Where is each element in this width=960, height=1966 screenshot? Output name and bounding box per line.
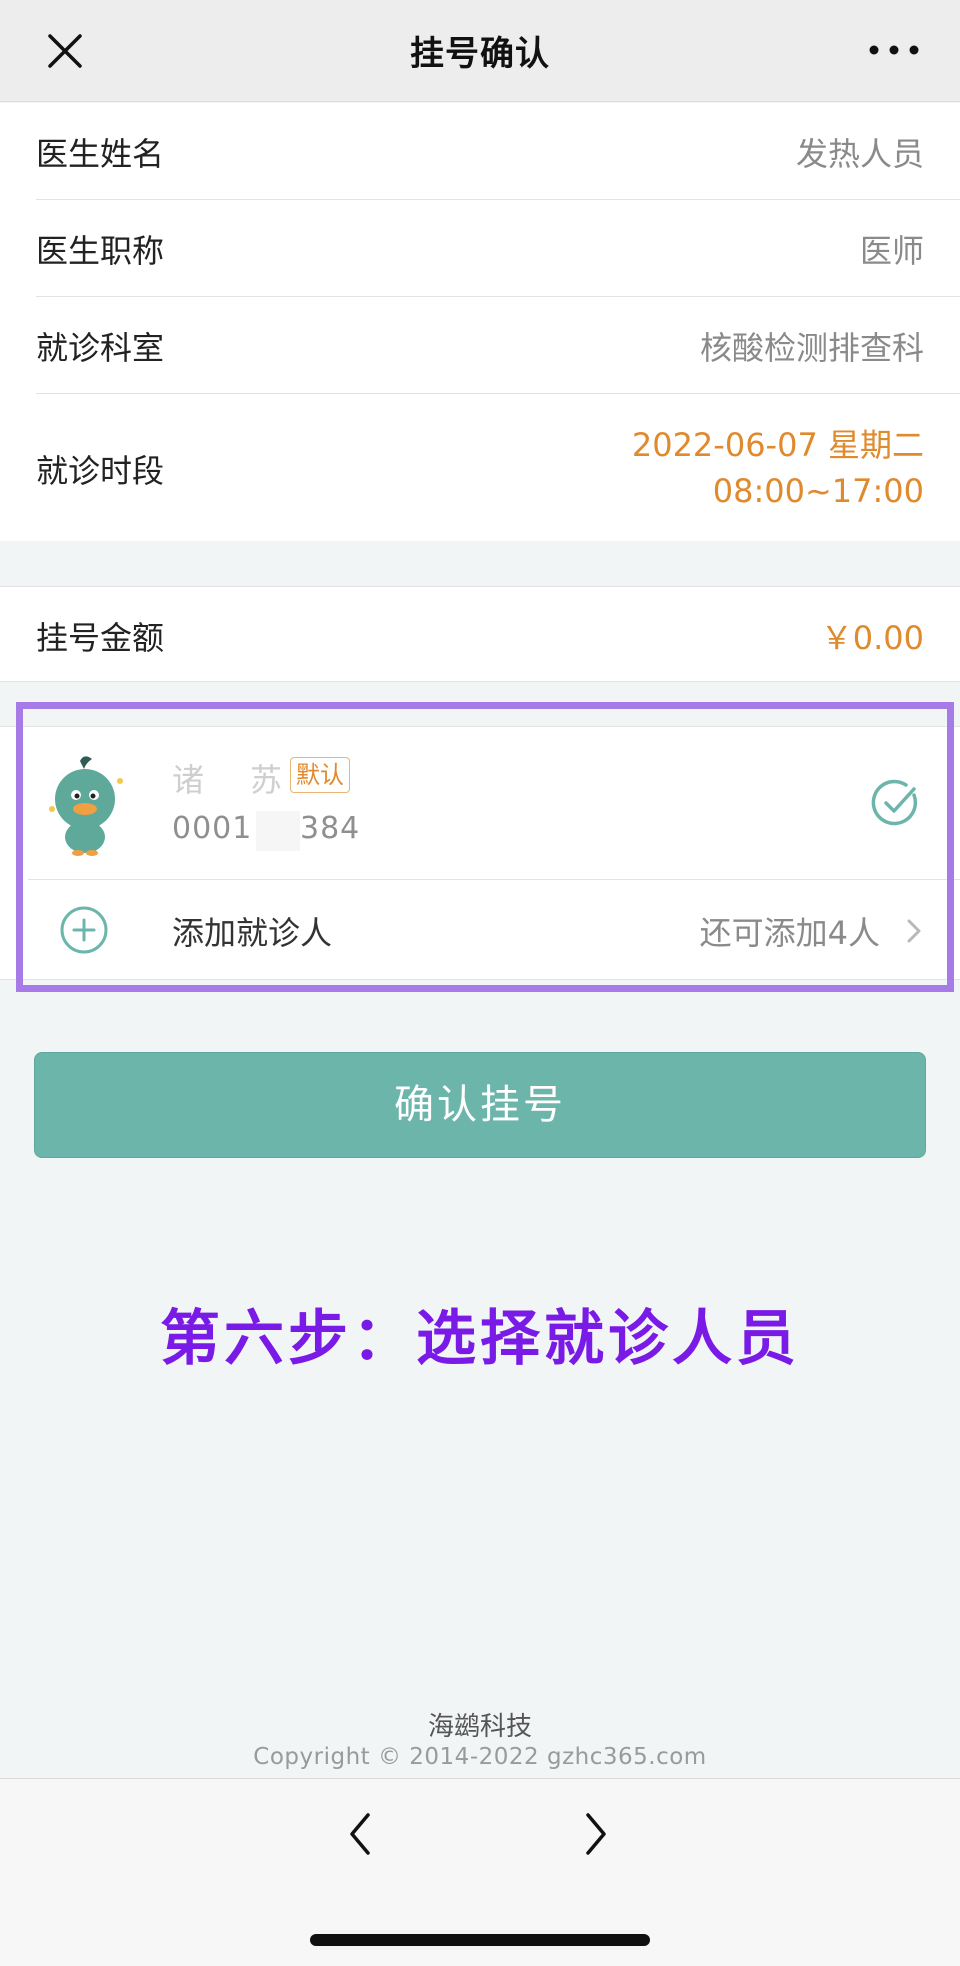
time-slot-hours: 08:00~17:00 — [712, 472, 924, 510]
home-indicator — [310, 1934, 650, 1946]
time-slot-row: 就诊时段 2022-06-07 星期二 08:00~17:00 — [0, 394, 960, 540]
doctor-name-label: 医生姓名 — [36, 135, 165, 173]
doctor-title-row: 医生职称 医师 — [0, 200, 960, 296]
confirm-registration-button[interactable]: 确认挂号 — [34, 1052, 926, 1158]
fee-label: 挂号金额 — [36, 619, 165, 657]
doctor-name-row: 医生姓名 发热人员 — [0, 103, 960, 199]
forward-arrow-icon[interactable] — [580, 1809, 610, 1859]
department-value: 核酸检测排查科 — [699, 329, 924, 367]
doctor-title-label: 医生职称 — [36, 232, 165, 270]
fee-section: 挂号金额 ￥0.00 — [0, 586, 960, 682]
annotation-highlight-box — [16, 702, 954, 992]
time-slot-date: 2022-06-07 星期二 — [631, 426, 924, 464]
footer-brand: 海鹚科技 — [427, 1712, 532, 1742]
more-icon[interactable] — [864, 40, 924, 60]
time-slot-label: 就诊时段 — [36, 452, 165, 490]
doctor-details-section: 医生姓名 发热人员 医生职称 医师 就诊科室 核酸检测排查科 就诊时段 2022… — [0, 103, 960, 541]
page-title: 挂号确认 — [410, 34, 550, 74]
step-annotation: 第六步：选择就诊人员 — [160, 1304, 800, 1374]
department-label: 就诊科室 — [36, 329, 165, 367]
doctor-name-value: 发热人员 — [795, 135, 924, 173]
fee-row: 挂号金额 ￥0.00 — [0, 587, 960, 683]
doctor-title-value: 医师 — [859, 232, 924, 270]
department-row: 就诊科室 核酸检测排查科 — [0, 297, 960, 393]
top-nav-bar: 挂号确认 — [0, 0, 960, 102]
back-arrow-icon[interactable] — [346, 1809, 376, 1859]
footer-copyright: Copyright © 2014-2022 gzhc365.com — [253, 1744, 707, 1770]
fee-value: ￥0.00 — [820, 619, 924, 657]
